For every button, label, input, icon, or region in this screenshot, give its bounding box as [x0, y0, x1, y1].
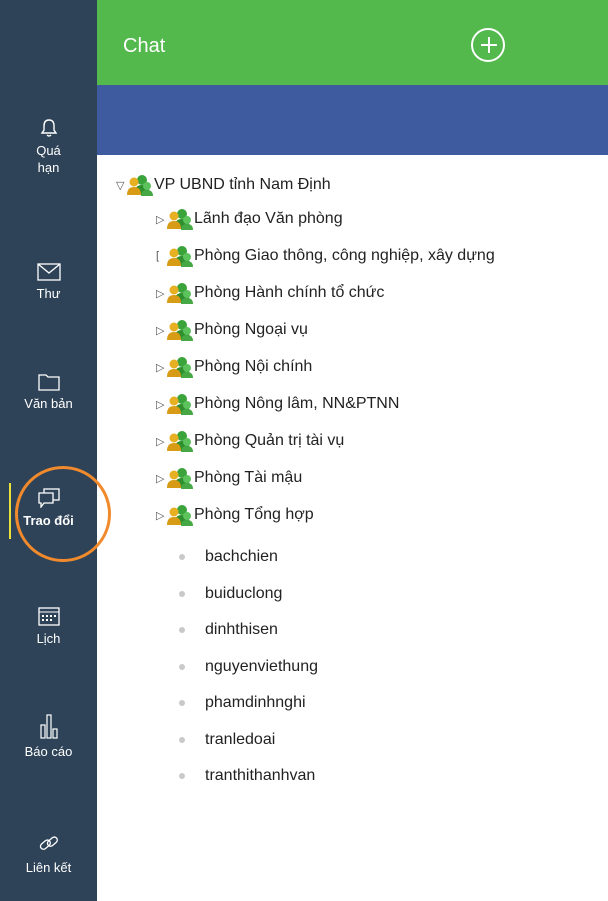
- user-group-icon: [167, 246, 193, 267]
- user-label: buiduclong: [205, 584, 283, 602]
- user-group-icon: [167, 209, 193, 230]
- group-label: Phòng Nông lâm, NN&PTNN: [194, 395, 400, 412]
- plus-circle-icon[interactable]: [471, 28, 505, 62]
- user-label: tranthithanhvan: [205, 767, 316, 784]
- page-title: Chat: [123, 35, 166, 57]
- status-dot-icon: [179, 736, 185, 743]
- expand-right-icon[interactable]: ▷: [156, 361, 166, 374]
- status-dot-icon: [179, 773, 185, 779]
- folder-icon: [37, 374, 60, 391]
- status-dot-icon: [179, 700, 185, 706]
- user-group-icon: [127, 175, 153, 196]
- group-label: Phòng Quản trị tài vụ: [194, 432, 345, 449]
- tree-node-user[interactable]: phamdinhnghi: [179, 686, 306, 720]
- sidebar-item-links[interactable]: Liên kết: [0, 833, 97, 876]
- contact-tree: ▽ VP UBND tỉnh Nam Định ▷ Lãnh đạo Văn phòn…: [97, 155, 608, 901]
- expand-right-icon[interactable]: ▷: [156, 435, 166, 448]
- group-label: Phòng Giao thông, công nghiệp, xây dựng: [194, 247, 495, 264]
- sidebar-top: [0, 0, 97, 85]
- group-label: Phòng Nội chính: [194, 358, 313, 375]
- sidebar: Quá hạn Thư Văn bản Trao đổi Lịch Báo cá…: [0, 0, 97, 901]
- tree-node-group[interactable]: ▷ Phòng Nông lâm, NN&PTNN: [156, 387, 399, 421]
- tree-node-user[interactable]: bachchien: [179, 540, 278, 574]
- bar-chart-icon: [39, 714, 58, 739]
- sidebar-item-mail[interactable]: Thư: [0, 263, 97, 302]
- expand-right-icon[interactable]: ▷: [156, 324, 166, 337]
- tree-node-group[interactable]: ▷ Phòng Tổng hợp: [156, 498, 314, 532]
- sidebar-item-discussion[interactable]: Trao đổi: [0, 488, 97, 529]
- tree-node-group[interactable]: ▷ Lãnh đạo Văn phòng: [156, 202, 343, 236]
- expand-right-icon[interactable]: [: [156, 250, 166, 262]
- status-dot-icon: [179, 554, 185, 560]
- sidebar-item-label: Liên kết: [25, 860, 72, 875]
- subheader-bar: [97, 85, 608, 155]
- user-group-icon: [167, 320, 193, 341]
- expand-right-icon[interactable]: ▷: [156, 398, 166, 411]
- user-label: tranledoai: [205, 730, 276, 748]
- expand-right-icon[interactable]: ▷: [156, 287, 166, 300]
- tree-node-user[interactable]: tranledoai: [179, 723, 275, 757]
- sidebar-item-documents[interactable]: Văn bản: [0, 373, 97, 412]
- sidebar-item-label: hạn: [37, 160, 60, 175]
- user-label: bachchien: [205, 548, 278, 565]
- bell-icon: [40, 119, 57, 137]
- sidebar-item-reports[interactable]: Báo cáo: [0, 713, 97, 760]
- expand-right-icon[interactable]: ▷: [156, 213, 166, 226]
- expand-right-icon[interactable]: ▷: [156, 472, 166, 485]
- tree-node-user[interactable]: nguyenviethung: [179, 650, 318, 684]
- link-icon: [39, 836, 58, 850]
- user-group-icon: [167, 431, 193, 452]
- expand-right-icon[interactable]: ▷: [156, 509, 166, 522]
- group-label: Phòng Hành chính tổ chức: [194, 284, 385, 301]
- sidebar-item-label: Báo cáo: [24, 744, 73, 759]
- user-group-icon: [167, 357, 193, 378]
- user-group-icon: [167, 468, 193, 489]
- tree-node-user[interactable]: dinhthisen: [179, 613, 278, 647]
- chat-header: Chat: [97, 0, 608, 85]
- chat-icon: [37, 488, 60, 508]
- status-dot-icon: [179, 590, 185, 597]
- sidebar-item-calendar[interactable]: Lịch: [0, 606, 97, 647]
- user-group-icon: [167, 283, 193, 304]
- sidebar-item-label: Lịch: [36, 631, 61, 646]
- tree-node-group[interactable]: [ Phòng Giao thông, công nghiệp, xây dựng: [156, 239, 495, 273]
- group-label: VP UBND tỉnh Nam Định: [154, 176, 331, 193]
- tree-node-root[interactable]: ▽ VP UBND tỉnh Nam Định: [116, 168, 331, 202]
- status-dot-icon: [179, 627, 185, 633]
- group-label: Phòng Tổng hợp: [194, 506, 314, 523]
- tree-node-user[interactable]: tranthithanhvan: [179, 759, 315, 793]
- active-indicator: [9, 483, 11, 539]
- tree-node-user[interactable]: buiduclong: [179, 577, 282, 611]
- sidebar-item-label: Văn bản: [24, 396, 73, 411]
- sidebar-item-label: Thư: [36, 286, 61, 301]
- mail-icon: [36, 263, 61, 281]
- group-label: Phòng Ngoại vụ: [194, 321, 308, 338]
- user-group-icon: [167, 394, 193, 415]
- tree-node-group[interactable]: ▷ Phòng Tài mậu: [156, 461, 302, 495]
- user-label: nguyenviethung: [205, 657, 318, 675]
- group-label: Phòng Tài mậu: [194, 469, 303, 486]
- tree-node-group[interactable]: ▷ Phòng Ngoại vụ: [156, 313, 308, 347]
- calendar-icon: [37, 607, 60, 626]
- user-label: dinhthisen: [205, 621, 278, 638]
- sidebar-item-label: Trao đổi: [23, 513, 74, 528]
- tree-node-group[interactable]: ▷ Phòng Hành chính tổ chức: [156, 276, 384, 310]
- sidebar-item-overdue[interactable]: Quá hạn: [0, 118, 97, 176]
- sidebar-item-label: Quá: [36, 143, 61, 158]
- status-dot-icon: [179, 663, 185, 670]
- group-label: Lãnh đạo Văn phòng: [194, 210, 343, 227]
- user-label: phamdinhnghi: [205, 694, 306, 711]
- tree-node-group[interactable]: ▷ Phòng Quản trị tài vụ: [156, 424, 344, 458]
- tree-node-group[interactable]: ▷ Phòng Nội chính: [156, 350, 312, 384]
- expand-down-icon[interactable]: ▽: [116, 179, 126, 192]
- user-group-icon: [167, 505, 193, 526]
